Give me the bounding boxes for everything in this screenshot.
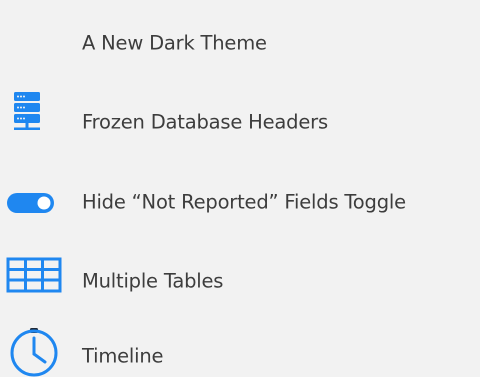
feature-item-dark-theme: A New Dark Theme xyxy=(0,13,480,73)
feature-label: Hide “Not Reported” Fields Toggle xyxy=(82,190,406,214)
feature-item-multiple-tables: Multiple Tables xyxy=(0,251,480,311)
feature-item-frozen-headers: Frozen Database Headers xyxy=(0,92,480,152)
crescent-moon-icon xyxy=(0,13,76,73)
feature-label: A New Dark Theme xyxy=(82,31,267,55)
feature-list: A New Dark Theme Frozen Database Headers… xyxy=(0,0,480,377)
table-grid-icon xyxy=(0,251,76,311)
feature-label: Multiple Tables xyxy=(82,269,224,293)
feature-item-hide-not-reported-toggle: Hide “Not Reported” Fields Toggle xyxy=(0,172,480,232)
feature-label: Timeline xyxy=(82,344,164,368)
server-database-icon xyxy=(0,92,76,152)
stopwatch-clock-icon xyxy=(0,326,76,377)
toggle-switch-on-icon xyxy=(0,172,76,232)
feature-label: Frozen Database Headers xyxy=(82,110,328,134)
feature-item-timeline: Timeline xyxy=(0,326,480,377)
